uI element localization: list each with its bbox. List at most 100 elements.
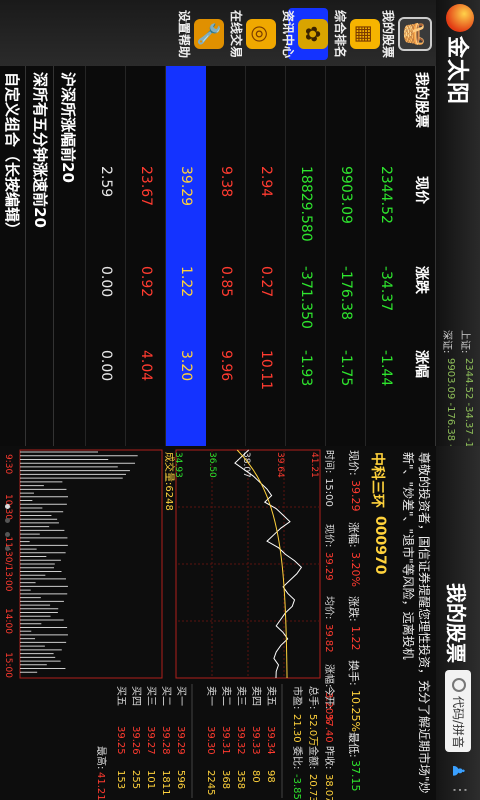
- buy-level-price: 39.26: [130, 726, 141, 755]
- stock-code: 000970: [372, 516, 388, 575]
- stock-row-change: -34.37: [378, 266, 394, 312]
- total-hand-value: 52.0万: [307, 714, 318, 746]
- buy-level-label: 买五: [115, 686, 127, 706]
- low-value: 37.15: [349, 760, 362, 792]
- sell-level-volume: 98: [265, 770, 276, 783]
- stock-row-change: 0.85: [218, 266, 234, 298]
- cursor-avg: 39.82: [323, 624, 334, 653]
- stock-name: 中科三环: [369, 452, 385, 508]
- sell-level-price: 39.30: [205, 726, 216, 755]
- stock-row-change: 0.27: [258, 266, 274, 298]
- search-icon: [452, 678, 466, 692]
- stock-row-pct: 4.04: [138, 350, 154, 382]
- user-icon[interactable]: ♟: [449, 764, 468, 778]
- ratio-label: 委比:: [291, 746, 304, 769]
- nav-settings[interactable]: 🔧 设置帮助: [177, 8, 224, 60]
- stock-row[interactable]: 2.94 0.27 10.11: [245, 66, 286, 446]
- turnover-label: 换手:: [347, 660, 360, 686]
- stock-detail-pane: 我的股票 代码/拼音 ♟ ⋮ 尊敬的投资者，国信证券提醒您理性投资，充分了解近期…: [0, 446, 480, 800]
- y-tick-label: 39.64: [275, 452, 285, 478]
- ratio-value: -3.85: [291, 774, 302, 800]
- stock-row-change: 0.00: [98, 266, 114, 298]
- sell-level-price: 39.31: [220, 726, 231, 755]
- buy-level-price: 39.27: [145, 726, 156, 755]
- stock-row-change: 1.22: [178, 266, 194, 298]
- page-dot[interactable]: [5, 532, 10, 537]
- x-tick-label: 11:30/13:00: [3, 537, 13, 592]
- buy-level-label: 买三: [145, 686, 157, 706]
- y-tick-label: 36.50: [207, 452, 217, 478]
- app-screen: 金太阳 上证: 2344.52 -34.37 -1.44% 深证: 9903.0…: [0, 0, 480, 800]
- buy-level-volume: 101: [145, 770, 156, 789]
- page-dot[interactable]: [5, 546, 10, 551]
- stock-row-price: 2344.52: [378, 166, 394, 224]
- wrench-icon: 🔧: [194, 19, 224, 49]
- sell-level-price: 39.32: [235, 726, 246, 755]
- col-change-header: 涨跌: [413, 266, 429, 294]
- trade-icon: ◎: [246, 19, 276, 49]
- stock-row-change: -371.350: [298, 266, 314, 329]
- open-value: 37.40: [323, 714, 334, 743]
- amount-value: 20.73亿: [307, 774, 320, 800]
- sz-index-label: 深证:: [441, 330, 452, 354]
- nav-my-stocks[interactable]: 🧺 我的股票: [381, 8, 432, 60]
- page-dot[interactable]: [5, 518, 10, 523]
- section-title: 我的股票: [413, 72, 429, 128]
- buy-level-price: 39.28: [160, 726, 171, 755]
- buy-level-volume: 1811: [160, 770, 171, 795]
- nav-news[interactable]: ✿ 资讯中心: [281, 8, 328, 60]
- buy-level-price: 39.29: [175, 726, 186, 755]
- stock-row-pct: 0.00: [98, 350, 114, 382]
- stock-list-pane: 金太阳 上证: 2344.52 -34.37 -1.44% 深证: 9903.0…: [0, 0, 480, 480]
- buy-level-label: 买四: [130, 686, 142, 706]
- stock-row-price: 9903.09: [338, 166, 354, 224]
- intraday-chart: 时间:15:00现价:39.29均价:39.82涨幅:3.20%41.2139.…: [3, 449, 336, 800]
- stock-row-price: 18829.580: [298, 166, 314, 242]
- stock-row[interactable]: 9.38 0.85 9.96: [205, 66, 246, 446]
- stock-row[interactable]: 2344.52 -34.37 -1.44: [365, 66, 406, 446]
- y-tick-label: 34.93: [173, 452, 183, 478]
- menu-sz-speed-top20[interactable]: 深所有五分钟涨速前20: [25, 66, 54, 452]
- stock-row[interactable]: 18829.580 -371.350 -1.93: [285, 66, 326, 446]
- buy-level-volume: 596: [175, 770, 186, 789]
- buy-level-price: 39.25: [115, 726, 126, 755]
- sell-level-volume: 2245: [205, 770, 216, 795]
- stock-row-change: -176.38: [338, 266, 354, 321]
- sell-level-label: 卖三: [235, 686, 247, 706]
- nav-trade[interactable]: ◎ 在线交易: [229, 8, 276, 60]
- stock-row-price: 2.59: [98, 166, 114, 198]
- detail-header: 我的股票 代码/拼音 ♟ ⋮: [436, 446, 480, 800]
- menu-sh-sz-top20[interactable]: 沪深所涨幅前20: [53, 66, 82, 452]
- cursor-time: 15:00: [323, 478, 334, 507]
- nav-settings-label: 设置帮助: [177, 9, 191, 58]
- pct-label: 涨幅:: [347, 522, 360, 548]
- sell-level-volume: 358: [235, 770, 246, 789]
- nav-news-label: 资讯中心: [281, 9, 295, 58]
- cursor-avg-label: 均价:: [323, 596, 335, 619]
- menu-icon[interactable]: ⋮: [448, 782, 470, 798]
- menu-custom-group[interactable]: 自定义组合（长按编辑）: [0, 66, 26, 452]
- buy-level-label: 买一: [175, 686, 187, 706]
- stock-row[interactable]: 23.67 0.92 4.04: [125, 66, 166, 446]
- x-tick-label: 9:30: [3, 454, 13, 474]
- pe-value: 21.30: [291, 714, 302, 743]
- sell-level-volume: 80: [250, 770, 261, 783]
- basket-icon: 🧺: [398, 17, 432, 51]
- stock-row[interactable]: 39.29 1.22 3.20: [165, 66, 206, 446]
- nav-ranking[interactable]: ▦ 综合排名: [333, 8, 380, 60]
- cursor-price: 39.29: [323, 552, 334, 581]
- cursor-price-label: 现价:: [323, 524, 335, 547]
- chart-area[interactable]: 时间: 15:00 现价: 39.29 均价: 39.82 涨幅: 3.20% 41.21 39.…: [0, 446, 338, 800]
- stock-row-pct: 9.96: [218, 350, 234, 382]
- stock-row-price: 9.38: [218, 166, 234, 198]
- stock-row-change: 0.92: [138, 266, 154, 298]
- stock-row[interactable]: 2.59 0.00 0.00: [85, 66, 126, 446]
- amount-label: 金额:: [307, 746, 320, 769]
- high-value: 41.21: [95, 772, 106, 800]
- page-dot-active[interactable]: [5, 504, 10, 509]
- buy-level-label: 买二: [160, 686, 172, 706]
- turnover-value: 10.25%: [349, 690, 362, 732]
- sell-level-label: 卖一: [205, 686, 217, 706]
- sell-level-label: 卖二: [220, 686, 232, 706]
- stock-row[interactable]: 9903.09 -176.38 -1.75: [325, 66, 366, 446]
